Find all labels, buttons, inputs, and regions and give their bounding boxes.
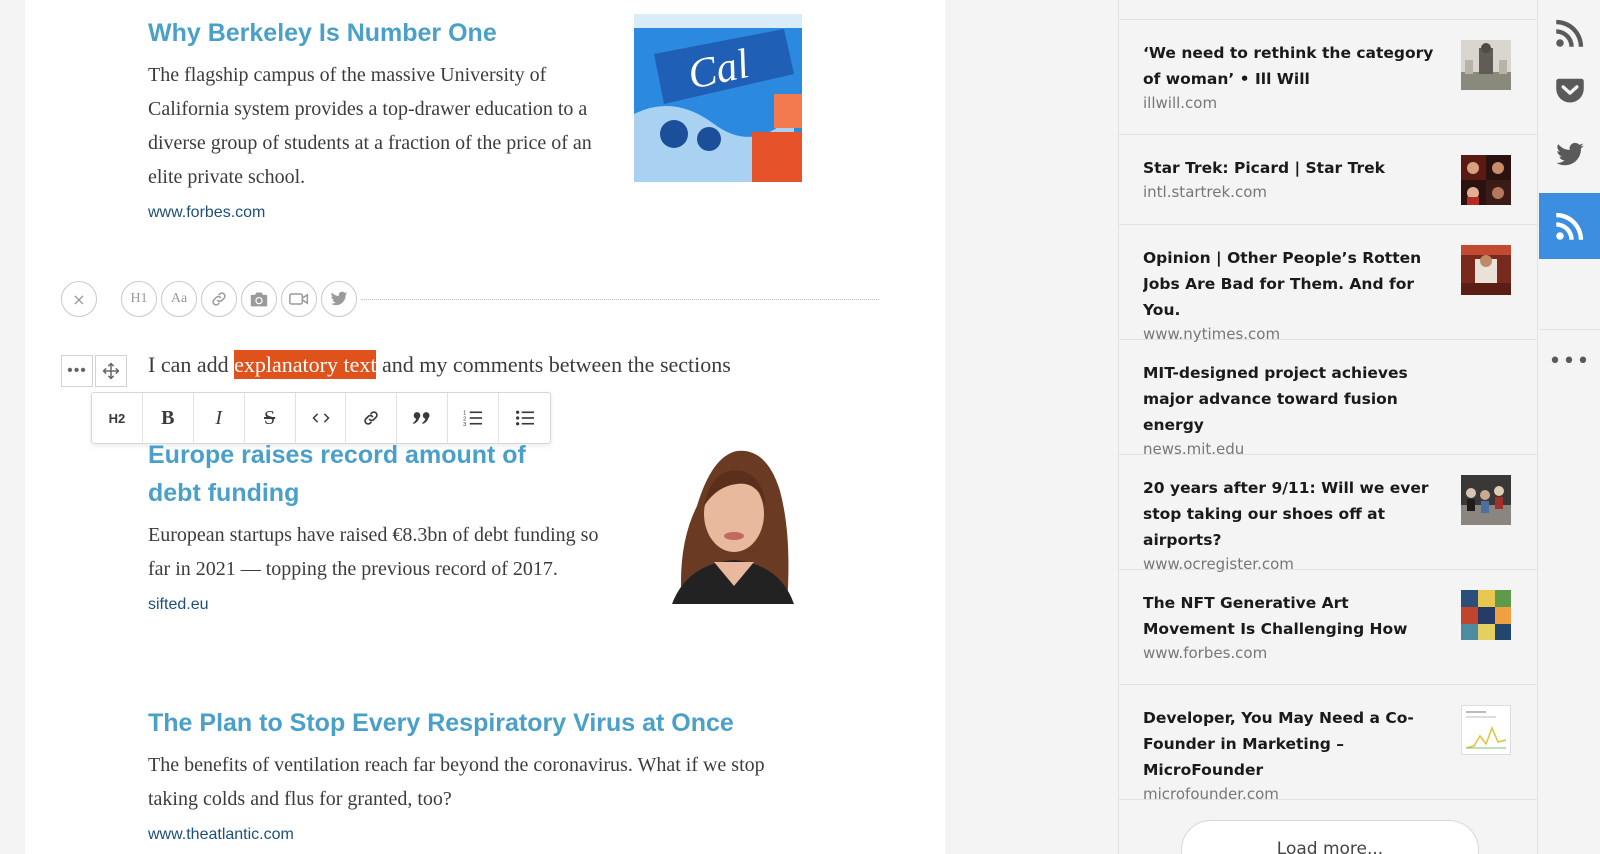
insert-image-button[interactable] — [241, 281, 277, 317]
strikethrough-icon: S — [264, 406, 276, 429]
rss-icon — [1555, 212, 1583, 240]
link-icon — [364, 411, 379, 425]
more-icon: ••• — [67, 362, 87, 379]
editor-paragraph[interactable]: I can add explanatory text and my commen… — [148, 350, 731, 380]
insert-video-button[interactable] — [281, 281, 317, 317]
article-description: European startups have raised €8.3bn of … — [148, 524, 599, 580]
heading-label: H1 — [130, 291, 148, 306]
selected-text[interactable]: explanatory text — [234, 350, 377, 379]
bold-icon: B — [161, 406, 175, 429]
close-insert-button[interactable]: × — [61, 281, 97, 317]
sidebar-item-domain: www.forbes.com — [1143, 644, 1268, 662]
article-source[interactable]: www.theatlantic.com — [148, 826, 848, 844]
drag-handle[interactable] — [95, 355, 127, 387]
sidebar-item-title[interactable]: ‘We need to rethink the category of woma… — [1143, 40, 1437, 92]
sidebar-item-thumbnail — [1461, 155, 1511, 205]
sidebar-item[interactable]: MIT-designed project achieves major adva… — [1119, 340, 1537, 458]
rss-sources-button[interactable] — [1539, 193, 1600, 259]
video-icon — [289, 293, 309, 305]
sidebar-item-thumbnail — [1461, 245, 1511, 295]
article-description: The flagship campus of the massive Unive… — [148, 64, 592, 188]
article-title[interactable]: Why Berkeley Is Number One — [148, 14, 608, 52]
twitter-button[interactable] — [1539, 122, 1600, 188]
sidebar-item[interactable]: Star Trek: Picard | Star Trek intl.start… — [1119, 135, 1537, 225]
article-title[interactable]: The Plan to Stop Every Respiratory Virus… — [148, 704, 828, 742]
related-sidebar: ‘We need to rethink the category of woma… — [1118, 0, 1538, 854]
sidebar-item-thumbnail — [1461, 40, 1511, 90]
sidebar-item-title[interactable]: Developer, You May Need a Co-Founder in … — [1143, 705, 1437, 783]
sidebar-item[interactable]: Opinion | Other People’s Rotten Jobs Are… — [1119, 225, 1537, 343]
sidebar-item-domain: microfounder.com — [1143, 785, 1279, 803]
sidebar-item-title[interactable]: The NFT Generative Art Movement Is Chall… — [1143, 590, 1437, 642]
sidebar-item[interactable]: 20 years after 9/11: Will we ever stop t… — [1119, 455, 1537, 573]
sidebar-item[interactable]: The NFT Generative Art Movement Is Chall… — [1119, 570, 1537, 685]
insert-divider — [361, 299, 879, 300]
more-icon: ••• — [1548, 349, 1591, 374]
paragraph-text-after: and my comments between the sections — [376, 352, 731, 377]
article-source[interactable]: www.forbes.com — [148, 204, 848, 222]
paragraph-text-before: I can add — [148, 352, 235, 377]
insert-tweet-button[interactable] — [321, 281, 357, 317]
sidebar-item-domain: illwill.com — [1143, 94, 1218, 112]
close-icon: × — [72, 289, 86, 309]
sidebar-top-divider — [1119, 0, 1537, 20]
editor-canvas[interactable]: Why Berkeley Is Number One The flagship … — [25, 0, 945, 854]
ordered-list-icon: 123 — [463, 411, 483, 427]
sidebar-item-title[interactable]: Opinion | Other People’s Rotten Jobs Are… — [1143, 245, 1437, 323]
block-menu-button[interactable]: ••• — [61, 355, 93, 387]
twitter-icon — [1555, 142, 1584, 166]
insert-heading-button[interactable]: H1 — [121, 281, 157, 317]
sidebar-item-title[interactable]: Star Trek: Picard | Star Trek — [1143, 155, 1437, 181]
article-thumbnail — [662, 436, 802, 604]
load-more-button[interactable]: Load more... — [1181, 820, 1479, 854]
article-thumbnail: Cal — [634, 14, 802, 182]
more-options-button[interactable]: ••• — [1539, 329, 1600, 395]
pocket-icon — [1555, 78, 1584, 103]
sidebar-item[interactable]: Developer, You May Need a Co-Founder in … — [1119, 685, 1537, 803]
move-icon — [102, 362, 120, 380]
code-icon — [311, 413, 330, 423]
article-description: The benefits of ventilation reach far be… — [148, 754, 765, 810]
insert-text-button[interactable]: Aa — [161, 281, 197, 317]
heading2-button[interactable]: H2 — [92, 393, 143, 443]
twitter-icon — [330, 291, 348, 306]
insert-link-button[interactable] — [201, 281, 237, 317]
article-title[interactable]: Europe raises record amount of debt fund… — [148, 436, 578, 512]
sidebar-item[interactable]: ‘We need to rethink the category of woma… — [1119, 20, 1537, 135]
sidebar-item-title[interactable]: MIT-designed project achieves major adva… — [1143, 360, 1437, 438]
camera-icon — [250, 292, 268, 307]
insert-toolbar: × H1 Aa — [61, 281, 879, 317]
sidebar-item-title[interactable]: 20 years after 9/11: Will we ever stop t… — [1143, 475, 1437, 553]
rss-icon — [1555, 19, 1583, 47]
text-label: Aa — [170, 291, 188, 306]
quote-icon — [413, 412, 430, 424]
bullet-list-icon — [515, 410, 534, 426]
sidebar-item-thumbnail — [1461, 705, 1511, 755]
svg-text:3: 3 — [463, 422, 466, 427]
sidebar-item-domain: intl.startrek.com — [1143, 183, 1267, 201]
h2-label: H2 — [108, 410, 126, 426]
article-card[interactable]: The Plan to Stop Every Respiratory Virus… — [148, 704, 848, 844]
link-icon — [212, 292, 226, 306]
sidebar-item-thumbnail — [1461, 475, 1511, 525]
pocket-button[interactable] — [1539, 57, 1600, 123]
right-rail: ••• — [1539, 0, 1600, 854]
italic-icon: I — [215, 406, 223, 429]
sidebar-item-thumbnail — [1461, 590, 1511, 640]
